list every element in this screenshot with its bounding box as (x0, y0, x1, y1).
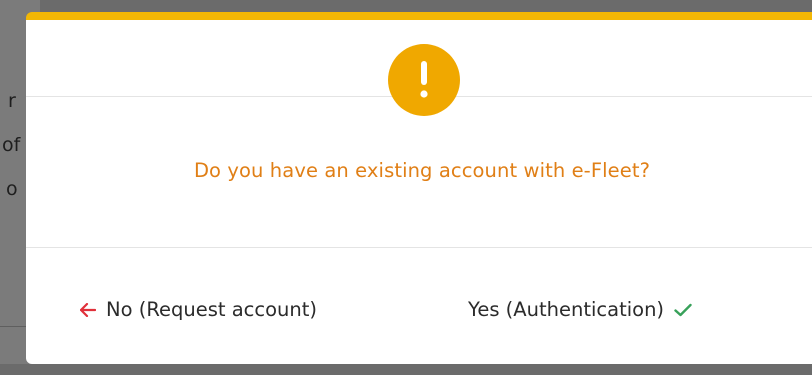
dialog-question-text: Do you have an existing account with e-F… (193, 159, 651, 182)
yes-authentication-button[interactable]: Yes (Authentication) (462, 294, 698, 325)
dialog-footer: No (Request account) Yes (Authentication… (26, 248, 812, 358)
confirmation-dialog: Do you have an existing account with e-F… (26, 12, 812, 364)
no-request-account-button[interactable]: No (Request account) (74, 294, 323, 325)
background-text-fragment: r (8, 90, 16, 112)
check-icon (674, 303, 692, 317)
screen: r of o Do you have an existing account w… (0, 0, 812, 375)
no-button-label: No (Request account) (106, 298, 318, 321)
arrow-left-icon (80, 302, 96, 317)
background-text-fragment: o (6, 178, 18, 200)
yes-button-label: Yes (Authentication) (468, 298, 665, 321)
overlay-bottom (0, 364, 812, 375)
background-text-fragment: of (2, 134, 21, 156)
dialog-body: Do you have an existing account with e-F… (26, 97, 812, 248)
dialog-question: Do you have an existing account with e-F… (26, 159, 812, 182)
exclamation-icon (388, 44, 460, 116)
